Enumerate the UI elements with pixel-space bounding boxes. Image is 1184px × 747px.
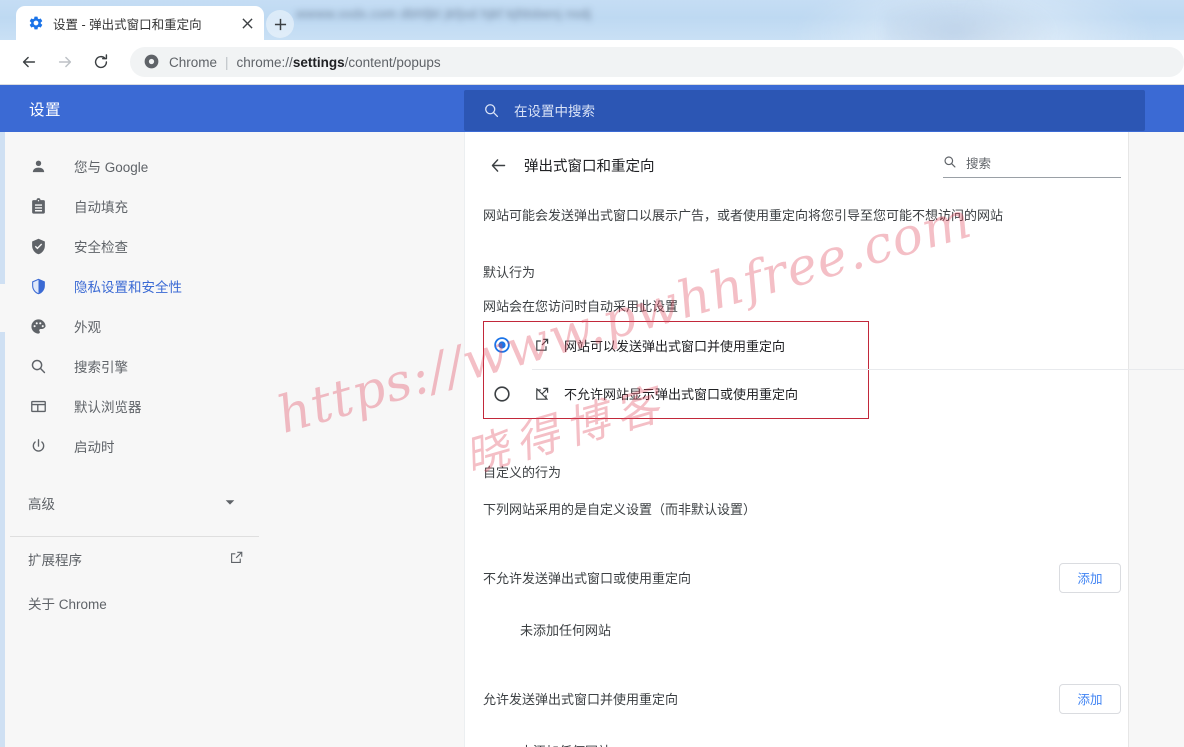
search-icon: [28, 358, 48, 375]
address-bar[interactable]: Chrome | chrome://settings/content/popup…: [130, 47, 1184, 77]
radio-option-label: 网站可以发送弹出式窗口并使用重定向: [564, 336, 785, 355]
permission-group-block: 不允许发送弹出式窗口或使用重定向 添加: [483, 518, 1147, 593]
close-icon[interactable]: [236, 12, 258, 34]
settings-search-placeholder: 在设置中搜索: [514, 100, 595, 120]
add-button[interactable]: 添加: [1059, 684, 1121, 714]
search-icon: [483, 102, 500, 119]
sidebar-advanced-label: 高级: [28, 493, 224, 513]
shield-icon: [28, 278, 48, 295]
sidebar-item-appearance[interactable]: 外观: [0, 306, 464, 346]
custom-behavior-subheading: 下列网站采用的是自定义设置（而非默认设置）: [483, 481, 1129, 518]
settings-main-pane: 弹出式窗口和重定向 搜索 网站可能会发送弹出式窗口以展示广告，或者使用重定向将您…: [464, 132, 1184, 747]
settings-app: 设置 在设置中搜索 您与 Google: [0, 85, 1184, 747]
sidebar-item-safety-check[interactable]: 安全检查: [0, 226, 464, 266]
sidebar-item-privacy-and-security[interactable]: 隐私设置和安全性: [0, 266, 464, 306]
background-blur-decoration-2: [884, 0, 1064, 40]
person-icon: [28, 158, 48, 175]
appbar-search-area: 在设置中搜索: [464, 85, 1184, 132]
open-in-new-off-icon: [533, 385, 551, 403]
omnibox-separator: |: [225, 55, 229, 70]
default-behavior-subheading: 网站会在您访问时自动采用此设置: [483, 281, 1129, 315]
radio-option-block[interactable]: 不允许网站显示弹出式窗口或使用重定向: [484, 370, 868, 418]
sidebar-item-label: 默认浏览器: [74, 396, 142, 416]
sidebar-item-label: 搜索引擎: [74, 356, 128, 376]
sidebar-item-you-and-google[interactable]: 您与 Google: [0, 146, 464, 186]
sidebar-item-search-engine[interactable]: 搜索引擎: [0, 346, 464, 386]
url-prefix: chrome://: [237, 55, 293, 70]
settings-title: 设置: [29, 98, 61, 120]
permission-group-allow: 允许发送弹出式窗口并使用重定向 添加: [483, 639, 1147, 714]
palette-icon: [28, 318, 48, 335]
appbar-brand: 设置: [0, 85, 464, 132]
sidebar-item-label: 外观: [74, 316, 101, 336]
search-icon: [943, 155, 957, 169]
page-title: 弹出式窗口和重定向: [524, 155, 943, 176]
page-header: 弹出式窗口和重定向 搜索: [483, 132, 1129, 188]
forward-icon[interactable]: [50, 47, 80, 77]
sidebar-item-label: 关于 Chrome: [28, 593, 107, 613]
radio-option-allow[interactable]: 网站可以发送弹出式窗口并使用重定向: [484, 322, 868, 369]
browser-window-icon: [28, 398, 48, 415]
sidebar-active-indicator: [0, 284, 5, 332]
browser-toolbar: Chrome | chrome://settings/content/popup…: [0, 40, 1184, 85]
popups-settings-page: 弹出式窗口和重定向 搜索 网站可能会发送弹出式窗口以展示广告，或者使用重定向将您…: [465, 132, 1129, 747]
sidebar-item-about-chrome[interactable]: 关于 Chrome: [0, 581, 464, 625]
open-in-new-icon: [533, 336, 551, 354]
permission-empty-text: 未添加任何网站: [483, 714, 1129, 747]
sidebar-nav-list: 您与 Google 自动填充 安全检查: [0, 132, 464, 625]
sidebar-item-default-browser[interactable]: 默认浏览器: [0, 386, 464, 426]
sidebar-item-autofill[interactable]: 自动填充: [0, 186, 464, 226]
permission-group-label: 不允许发送弹出式窗口或使用重定向: [483, 568, 1059, 587]
sidebar-item-label: 自动填充: [74, 196, 128, 216]
sidebar-item-label: 扩展程序: [28, 549, 82, 569]
radio-unselected-icon[interactable]: [493, 385, 511, 403]
sidebar-item-label: 您与 Google: [74, 156, 148, 176]
permission-empty-text: 未添加任何网站: [483, 593, 1129, 639]
settings-gear-icon: [28, 15, 44, 31]
sidebar-item-label: 隐私设置和安全性: [74, 276, 182, 296]
add-button[interactable]: 添加: [1059, 563, 1121, 593]
sidebar-item-label: 启动时: [74, 436, 115, 456]
sidebar-left-edge: [0, 132, 5, 747]
settings-search-input[interactable]: 在设置中搜索: [464, 90, 1145, 131]
sidebar-item-extensions[interactable]: 扩展程序: [0, 537, 464, 581]
page-search-input[interactable]: 搜索: [943, 153, 1121, 178]
radio-option-label: 不允许网站显示弹出式窗口或使用重定向: [564, 384, 798, 403]
chrome-logo-icon: [144, 54, 160, 70]
default-behavior-radio-group: 网站可以发送弹出式窗口并使用重定向 不允许网站显示弹出式窗口或使用重定向: [483, 321, 869, 419]
omnibox-scheme-label: Chrome: [169, 55, 217, 70]
browser-tab-strip: wwww.xxdx.com dbhfjkl jkfjsd hjkf kjfdsb…: [0, 0, 1184, 40]
url-bold: settings: [293, 55, 345, 70]
reload-icon[interactable]: [86, 47, 116, 77]
settings-sidebar: 您与 Google 自动填充 安全检查: [0, 132, 464, 747]
arrow-left-icon[interactable]: [483, 150, 513, 180]
sidebar-item-on-startup[interactable]: 启动时: [0, 426, 464, 466]
tab-title: 设置 - 弹出式窗口和重定向: [53, 14, 236, 33]
open-in-new-icon: [229, 550, 244, 568]
custom-behavior-heading: 自定义的行为: [483, 419, 1129, 481]
radio-selected-icon[interactable]: [493, 336, 511, 354]
settings-appbar: 设置 在设置中搜索: [0, 85, 1184, 132]
shield-check-icon: [28, 238, 48, 255]
new-tab-button[interactable]: [266, 10, 294, 38]
chevron-down-icon: [224, 496, 236, 511]
clipboard-icon: [28, 198, 48, 215]
permission-group-label: 允许发送弹出式窗口并使用重定向: [483, 689, 1059, 708]
power-icon: [28, 438, 48, 455]
url-suffix: /content/popups: [345, 55, 441, 70]
default-behavior-heading: 默认行为: [483, 226, 1129, 281]
sidebar-item-label: 安全检查: [74, 236, 128, 256]
blurred-background-text: wwww.xxdx.com dbhfjkl jkfjsd hjkf kjfdsb…: [296, 6, 591, 21]
back-icon[interactable]: [14, 47, 44, 77]
sidebar-item-advanced[interactable]: 高级: [0, 480, 464, 526]
page-search-placeholder: 搜索: [966, 153, 991, 172]
settings-body: 您与 Google 自动填充 安全检查: [0, 132, 1184, 747]
omnibox-url: chrome://settings/content/popups: [237, 55, 441, 70]
page-description: 网站可能会发送弹出式窗口以展示广告，或者使用重定向将您引导至您可能不想访问的网站: [483, 188, 1129, 226]
browser-tab[interactable]: 设置 - 弹出式窗口和重定向: [16, 6, 264, 40]
